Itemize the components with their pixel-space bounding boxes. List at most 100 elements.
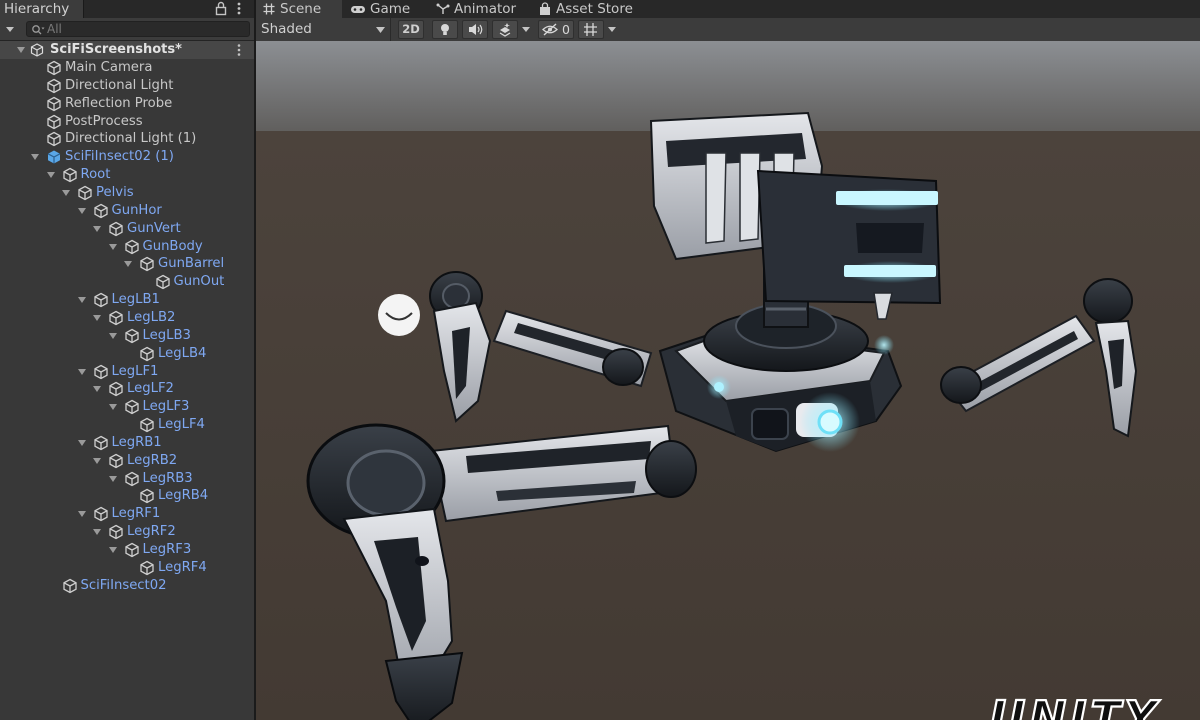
expand-arrow-icon[interactable] bbox=[77, 438, 87, 448]
expand-arrow-icon[interactable] bbox=[16, 45, 26, 55]
prefab-cube-icon bbox=[47, 150, 61, 164]
hierarchy-row[interactable]: SciFiInsect02 bbox=[0, 577, 254, 595]
hierarchy-toolbar bbox=[0, 18, 254, 41]
lightbulb-icon bbox=[441, 24, 449, 35]
hierarchy-tab[interactable]: Hierarchy bbox=[0, 0, 84, 18]
hierarchy-row[interactable]: LegLF2 bbox=[0, 380, 254, 398]
expand-arrow-icon[interactable] bbox=[61, 188, 71, 198]
chevron-down-icon bbox=[376, 27, 385, 33]
hierarchy-row-label: LegRF1 bbox=[111, 506, 161, 522]
gameobject-cube-icon bbox=[124, 399, 139, 415]
lock-icon[interactable] bbox=[214, 1, 228, 16]
add-dropdown-icon[interactable] bbox=[2, 21, 18, 37]
hierarchy-row[interactable]: LegRB4 bbox=[0, 487, 254, 505]
hierarchy-row[interactable]: GunVert bbox=[0, 220, 254, 238]
hierarchy-row[interactable]: LegRF4 bbox=[0, 559, 254, 577]
expand-arrow-icon[interactable] bbox=[92, 313, 102, 323]
hierarchy-row[interactable]: LegRF1 bbox=[0, 505, 254, 523]
gameobject-cube-icon bbox=[155, 274, 170, 290]
expand-arrow-icon[interactable] bbox=[108, 545, 118, 555]
expand-arrow-icon[interactable] bbox=[46, 170, 56, 180]
hierarchy-row[interactable]: GunBarrel bbox=[0, 255, 254, 273]
hierarchy-row[interactable]: LegRB1 bbox=[0, 434, 254, 452]
hierarchy-row[interactable]: Main Camera bbox=[0, 59, 254, 77]
hierarchy-row[interactable]: GunBody bbox=[0, 238, 254, 256]
search-input[interactable] bbox=[47, 22, 245, 36]
hierarchy-row-label: LegLB4 bbox=[158, 345, 207, 361]
scene-render bbox=[256, 41, 1200, 720]
expand-arrow-icon[interactable] bbox=[92, 456, 102, 466]
expand-arrow-icon[interactable] bbox=[92, 224, 102, 234]
hierarchy-row[interactable]: Root bbox=[0, 166, 254, 184]
hierarchy-row[interactable]: LegLB1 bbox=[0, 291, 254, 309]
tab-animator[interactable]: Animator bbox=[430, 0, 528, 18]
hierarchy-row-label: Main Camera bbox=[65, 60, 153, 75]
expand-arrow-icon[interactable] bbox=[108, 242, 118, 252]
hierarchy-row[interactable]: Pelvis bbox=[0, 184, 254, 202]
hierarchy-row[interactable]: LegRB2 bbox=[0, 452, 254, 470]
hierarchy-row[interactable]: LegLB3 bbox=[0, 327, 254, 345]
hierarchy-panel: Hierarchy SciFiScreenshots* bbox=[0, 0, 254, 720]
hierarchy-row[interactable]: LegLF1 bbox=[0, 363, 254, 381]
unity-logo-watermark: UNITY bbox=[988, 691, 1157, 720]
gameobject-cube-icon bbox=[47, 132, 61, 147]
hierarchy-row[interactable]: LegRB3 bbox=[0, 470, 254, 488]
hierarchy-row[interactable]: Directional Light (1) bbox=[0, 130, 254, 148]
effects-dropdown-button[interactable] bbox=[518, 20, 534, 39]
expand-arrow-icon[interactable] bbox=[77, 367, 87, 377]
hierarchy-row-label: GunOut bbox=[173, 274, 225, 290]
effects-toggle-button[interactable] bbox=[492, 20, 518, 39]
expand-arrow-icon[interactable] bbox=[123, 259, 133, 269]
grid-icon bbox=[584, 23, 597, 36]
expand-arrow-icon[interactable] bbox=[77, 509, 87, 519]
hierarchy-row[interactable]: GunHor bbox=[0, 202, 254, 220]
tab-scene[interactable]: Scene bbox=[256, 0, 342, 18]
light-gizmo-icon[interactable] bbox=[376, 292, 422, 338]
expand-arrow-icon[interactable] bbox=[108, 474, 118, 484]
gameobject-cube-icon bbox=[124, 542, 139, 558]
hierarchy-row[interactable]: LegRF2 bbox=[0, 523, 254, 541]
hierarchy-search[interactable] bbox=[26, 21, 250, 37]
grid-toggle-button[interactable] bbox=[578, 20, 604, 39]
search-icon bbox=[32, 25, 45, 35]
hierarchy-row[interactable]: LegLB2 bbox=[0, 309, 254, 327]
kebab-menu-icon[interactable] bbox=[236, 1, 242, 16]
hierarchy-row[interactable]: GunOut bbox=[0, 273, 254, 291]
tab-asset-store[interactable]: Asset Store bbox=[532, 0, 644, 18]
audio-toggle-button[interactable] bbox=[462, 20, 488, 39]
hierarchy-row-label: Directional Light (1) bbox=[65, 131, 197, 147]
shading-mode-dropdown[interactable]: Shaded bbox=[256, 18, 391, 41]
expand-arrow-icon[interactable] bbox=[30, 152, 40, 162]
scene-toolbar: Shaded 2D 0 bbox=[256, 18, 1200, 42]
speaker-icon bbox=[469, 24, 483, 35]
chevron-down-icon bbox=[522, 27, 530, 32]
expand-arrow-icon[interactable] bbox=[77, 295, 87, 305]
tab-game[interactable]: Game bbox=[344, 0, 424, 18]
hierarchy-row[interactable]: Reflection Probe bbox=[0, 95, 254, 113]
gameobject-cube-icon bbox=[124, 239, 139, 254]
expand-arrow-icon[interactable] bbox=[92, 527, 102, 537]
hierarchy-row[interactable]: LegLF4 bbox=[0, 416, 254, 434]
gameobject-cube-icon bbox=[109, 453, 123, 468]
hierarchy-row[interactable]: LegLF3 bbox=[0, 398, 254, 416]
scene-panel: Scene Game Animator Asset Store Shaded 2… bbox=[256, 0, 1200, 720]
expand-arrow-icon[interactable] bbox=[108, 402, 118, 412]
lighting-toggle-button[interactable] bbox=[432, 20, 458, 39]
hierarchy-row[interactable]: SciFiInsect02 (1) bbox=[0, 148, 254, 166]
expand-arrow-icon[interactable] bbox=[108, 331, 118, 341]
hierarchy-row[interactable]: LegLB4 bbox=[0, 345, 254, 363]
scene-root-row[interactable]: SciFiScreenshots* bbox=[0, 41, 254, 59]
grid-dropdown-button[interactable] bbox=[604, 20, 620, 39]
expand-arrow-icon[interactable] bbox=[92, 384, 102, 394]
tab-asset-store-label: Asset Store bbox=[556, 1, 633, 17]
hierarchy-row-label: GunHor bbox=[111, 202, 162, 218]
hierarchy-row[interactable]: Directional Light bbox=[0, 77, 254, 95]
hierarchy-row-label: LegRB4 bbox=[158, 488, 209, 504]
expand-arrow-icon[interactable] bbox=[77, 206, 87, 216]
scene-menu-icon[interactable] bbox=[236, 43, 242, 57]
toggle-2d-button[interactable]: 2D bbox=[398, 20, 424, 39]
scene-viewport[interactable]: UNITY bbox=[256, 41, 1200, 720]
hierarchy-row[interactable]: LegRF3 bbox=[0, 541, 254, 559]
scene-visibility-button[interactable]: 0 bbox=[538, 20, 574, 39]
hierarchy-row[interactable]: PostProcess bbox=[0, 113, 254, 131]
